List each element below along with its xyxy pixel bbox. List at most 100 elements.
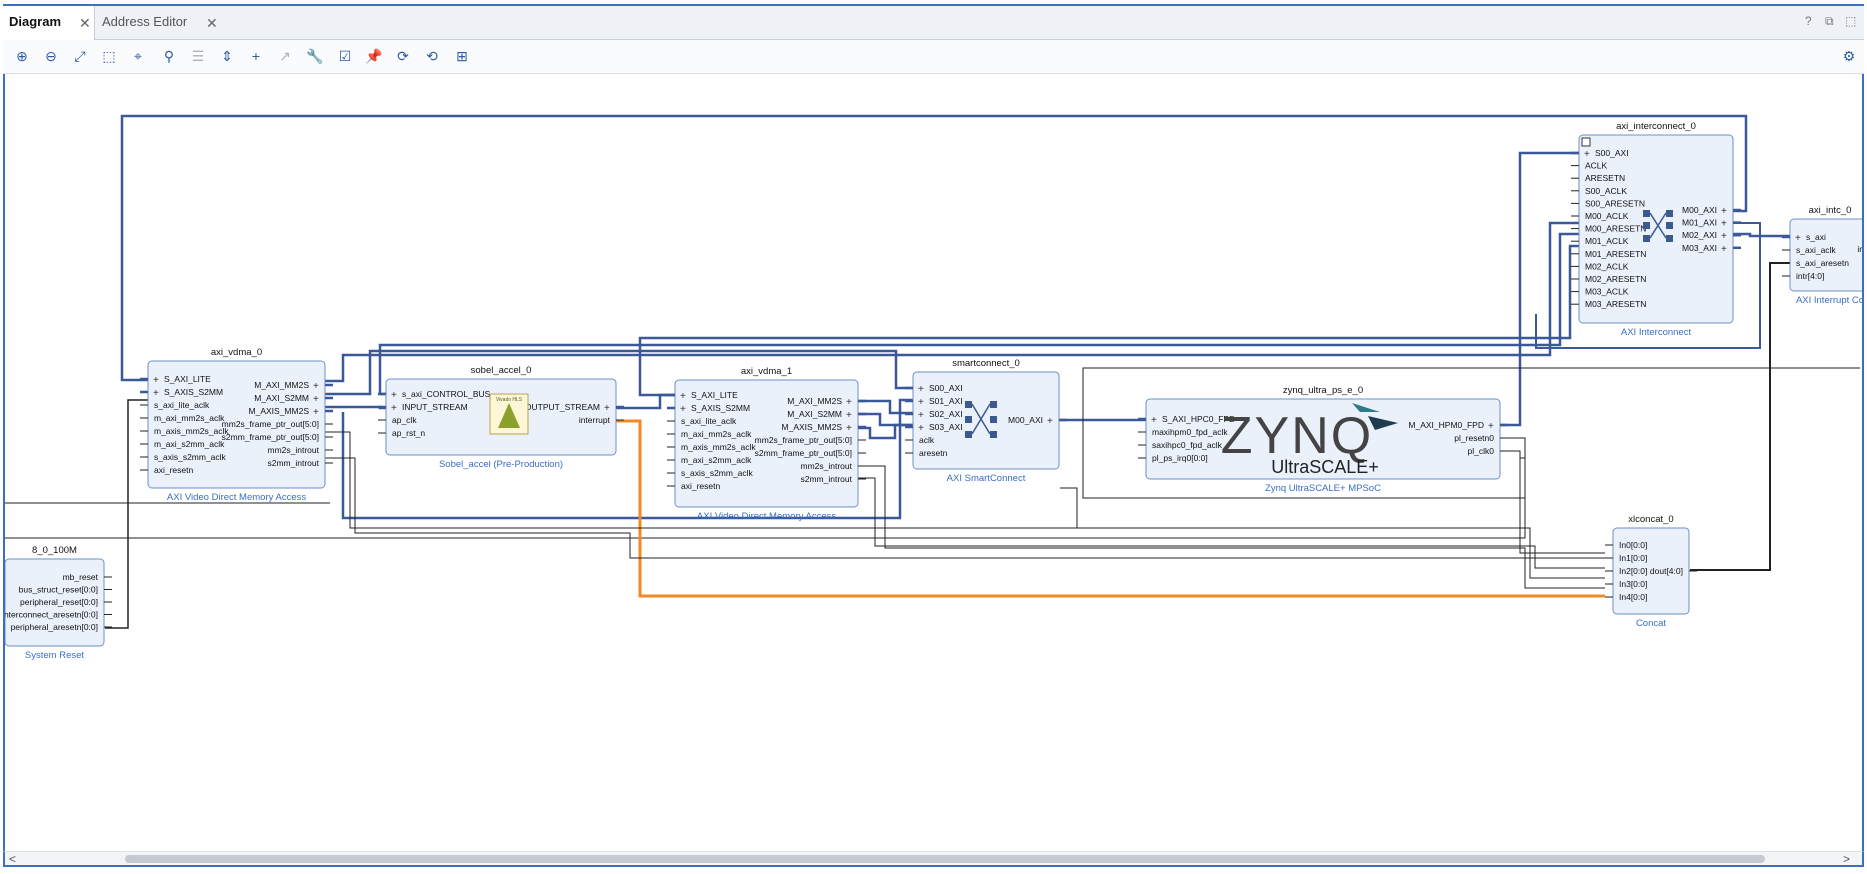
bus-net[interactable]: [120, 114, 1748, 382]
tab-address-editor-label: Address Editor: [102, 14, 188, 29]
port-label: M01_ACLK: [1585, 236, 1629, 246]
maximize-icon[interactable]: ⬚: [1845, 14, 1856, 28]
search-icon[interactable]: ⚲: [158, 45, 180, 67]
wire-net[interactable]: [858, 465, 1605, 589]
add-ip-icon[interactable]: +: [245, 45, 267, 67]
port-label: OUTPUT_STREAM: [525, 402, 600, 412]
block-axi-vdma-0[interactable]: axi_vdma_0 AXI Video Direct Memory Access…: [140, 347, 333, 503]
horizontal-scrollbar[interactable]: < >: [3, 851, 1864, 867]
port-label: m_axis_mm2s_aclk: [681, 442, 756, 452]
port-label: M02_ACLK: [1585, 261, 1629, 271]
expand-port-icon: +: [918, 410, 924, 421]
collapse-icon[interactable]: ☰: [187, 45, 209, 67]
block-caption: AXI Interconnect: [1621, 327, 1692, 338]
block-instance-name: zynq_ultra_ps_e_0: [1283, 385, 1363, 396]
expand-port-icon: +: [391, 390, 397, 401]
scroll-thumb[interactable]: [125, 855, 1765, 863]
ip-blocks[interactable]: axi_vdma_0 AXI Video Direct Memory Access…: [2, 121, 1867, 661]
port-label: In2[0:0]: [1619, 566, 1647, 576]
block-rst[interactable]: 8_0_100M System Reset mb_reset bus_struct_r…: [2, 545, 112, 661]
zoom-in-icon[interactable]: ⊕: [11, 45, 33, 67]
wire-net[interactable]: [858, 477, 1605, 569]
port-label: In1[0:0]: [1619, 553, 1647, 563]
bus-net[interactable]: [616, 393, 675, 410]
regenerate-layout-icon[interactable]: ⟲: [421, 45, 443, 67]
port-label: pl_ps_irq0[0:0]: [1152, 453, 1208, 463]
wire-net[interactable]: [1060, 487, 1078, 528]
pin-icon[interactable]: 📌: [363, 45, 385, 67]
port-label: M03_AXI: [1682, 243, 1717, 253]
bus-net[interactable]: [858, 399, 913, 415]
block-smartconnect-0[interactable]: smartconnect_0 AXI SmartConnect + S00_AXI + S…: [905, 358, 1067, 484]
bus-net[interactable]: [325, 405, 386, 410]
block-zynq[interactable]: zynq_ultra_ps_e_0 Zynq UltraSCALE+ MPSoC +…: [1138, 385, 1508, 494]
block-instance-name: 8_0_100M: [32, 545, 77, 556]
bus-net[interactable]: [378, 232, 1733, 396]
expand-port-icon: +: [1584, 149, 1590, 160]
debug-icon[interactable]: ⊞: [451, 45, 473, 67]
expand-port-icon: +: [1721, 231, 1727, 242]
port-label: s_axi_aclk: [1796, 245, 1836, 255]
expand-port-icon: +: [313, 394, 319, 405]
bus-net[interactable]: [325, 221, 1733, 383]
port-label: S01_AXI: [929, 396, 963, 406]
port-label: interrupt: [579, 415, 611, 425]
port-label: S_AXI_LITE: [164, 374, 211, 384]
close-icon[interactable]: ✕: [79, 7, 91, 39]
expand-port-icon: +: [1795, 233, 1801, 244]
expand-port-icon: +: [153, 375, 159, 386]
block-caption: AXI Video Direct Memory Access: [167, 492, 306, 503]
expand-port-icon: +: [313, 381, 319, 392]
expand-icon[interactable]: ⇕: [216, 45, 238, 67]
validate-icon[interactable]: ☑: [334, 45, 356, 67]
port-label: saxihpc0_fpd_aclk: [1152, 440, 1223, 450]
zoom-out-icon[interactable]: ⊖: [40, 45, 62, 67]
reset-net[interactable]: [105, 399, 148, 629]
bus-net[interactable]: [1733, 232, 1790, 238]
refresh-icon[interactable]: ⟳: [392, 45, 414, 67]
port-label: m_axi_mm2s_aclk: [154, 413, 225, 423]
tab-diagram[interactable]: Diagram ✕: [3, 6, 95, 40]
scroll-left-icon[interactable]: <: [9, 852, 16, 866]
bus-net[interactable]: [858, 423, 913, 440]
block-sobel-accel-0[interactable]: sobel_accel_0 Sobel_accel (Pre-Production…: [378, 365, 624, 470]
block-instance-name: xlconcat_0: [1628, 514, 1673, 525]
bus-net[interactable]: [1500, 151, 1579, 427]
port-label: In4[0:0]: [1619, 592, 1647, 602]
expand-port-icon: +: [313, 407, 319, 418]
port-label: mm2s_frame_ptr_out[5:0]: [222, 419, 319, 429]
zoom-area-icon[interactable]: ⬚: [98, 45, 120, 67]
center-icon[interactable]: ⌖: [127, 45, 149, 67]
expand-hierarchy-icon[interactable]: [1581, 137, 1591, 147]
port-label: ACLK: [1585, 161, 1608, 171]
port-label: s_axi_lite_aclk: [154, 400, 210, 410]
block-instance-name: axi_vdma_0: [211, 347, 262, 358]
block-axi-interconnect-0[interactable]: axi_interconnect_0 AXI Interconnect + S00_A…: [1571, 121, 1741, 338]
block-axi-intc[interactable]: axi_intc_0 AXI Interrupt Co + s_axi s_axi_ac…: [1782, 205, 1867, 306]
help-icon[interactable]: ?: [1805, 14, 1812, 28]
port-label: S_AXIS_S2MM: [691, 403, 750, 413]
tab-address-editor[interactable]: Address Editor ✕: [96, 6, 220, 40]
wrench-icon[interactable]: 🔧: [304, 45, 326, 67]
block-xlconcat-0[interactable]: xlconcat_0 Concat In0[0:0] In1[0:0] In2[0:0]…: [1605, 514, 1697, 629]
port-label: aresetn: [919, 448, 948, 458]
port-label: S03_AXI: [929, 422, 963, 432]
block-axi-vdma-1[interactable]: axi_vdma_1 AXI Video Direct Memory Access…: [667, 366, 866, 522]
block-diagram[interactable]: axi_vdma_0 AXI Video Direct Memory Access…: [2, 74, 1867, 851]
port-label: M_AXI_S2MM: [254, 393, 309, 403]
close-icon[interactable]: ✕: [206, 7, 218, 39]
scroll-right-icon[interactable]: >: [1843, 852, 1850, 866]
port-label: S00_AXI: [1595, 148, 1629, 158]
restore-icon[interactable]: ⧉: [1825, 14, 1834, 29]
diagram-canvas[interactable]: axi_vdma_0 AXI Video Direct Memory Access…: [2, 74, 1867, 855]
make-connection-icon[interactable]: ↗: [274, 45, 296, 67]
expand-port-icon: +: [918, 397, 924, 408]
zoom-fit-icon[interactable]: ⤢: [69, 45, 91, 67]
bus-net[interactable]: [858, 412, 913, 427]
bus-net[interactable]: [638, 244, 1733, 397]
port-label: s2mm_frame_ptr_out[5:0]: [755, 448, 852, 458]
settings-icon[interactable]: ⚙: [1838, 45, 1860, 67]
port-label: ap_rst_n: [392, 428, 425, 438]
block-caption: Concat: [1636, 618, 1666, 629]
port-label: M_AXIS_MM2S: [782, 422, 843, 432]
